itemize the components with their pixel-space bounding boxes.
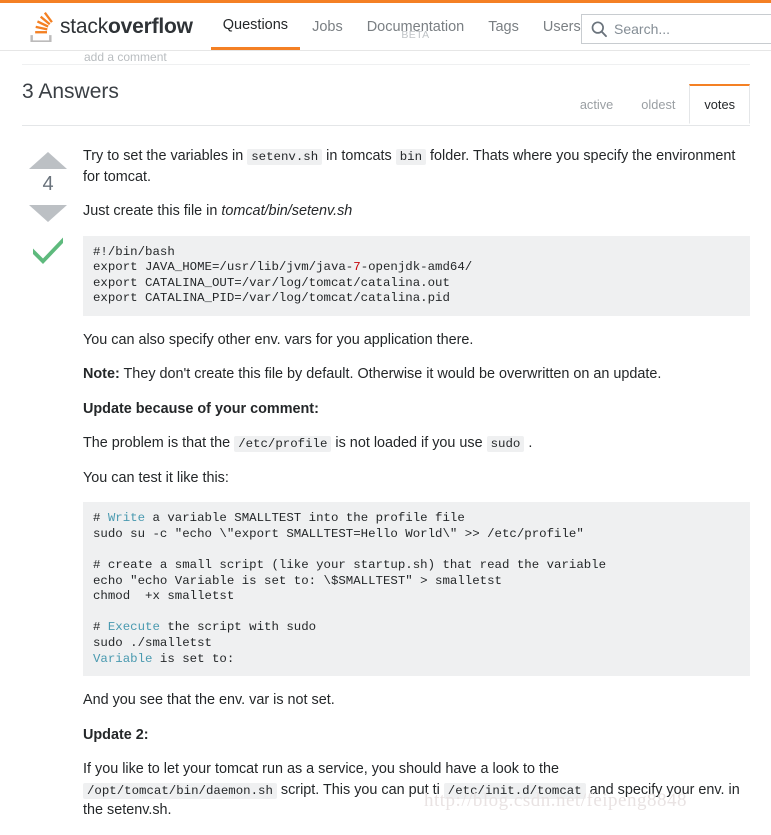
search-input[interactable] [614,21,771,37]
answer-sort-tabs: active oldest votes [566,84,750,124]
stackoverflow-logo-icon [28,11,54,43]
code-c2-l8-hash: # [93,620,108,635]
beta-badge: BETA [401,29,430,41]
code-c2-l8-rest: the script with sudo [159,620,317,635]
vote-count: 4 [42,173,54,195]
arrow-down-icon[interactable] [29,205,67,222]
site-logo[interactable]: stackoverflow [28,3,193,50]
nav-item-questions[interactable]: Questions [210,3,301,50]
inline-code-daemon-sh: /opt/tomcat/bin/daemon.sh [83,782,277,799]
code-block-test: # Write a variable SMALLTEST into the pr… [83,502,750,677]
inline-code-init-d-tomcat: /etc/init.d/tomcat [443,782,586,799]
logo-text-overflow: overflow [108,15,193,38]
tab-votes-label: votes [704,97,735,112]
paragraph-env-not-set: And you see that the env. var is not set… [83,692,335,709]
em-path-setenv: tomcat/bin/setenv.sh [221,203,353,220]
code-c2-l4: # create a small script (like your start… [93,558,607,573]
nav-item-tags[interactable]: Tags [476,3,531,50]
text-p2-a: Just create this file in [83,203,222,220]
tab-active-label: active [579,96,614,112]
code-c2-l8-kw: Execute [107,620,160,635]
text-p6-a: The problem is that the [83,435,235,452]
paragraph-daemon: If you like to let your tomcat run as a … [83,759,750,821]
inline-code-sudo: sudo [486,436,525,453]
heading-update-2: Update 2: [83,725,750,745]
code-c2-l6: chmod +x smalletst [93,589,235,604]
text-p10-a: If you like to let your tomcat run as a … [83,761,559,778]
nav-label-questions: Questions [222,17,289,33]
inline-code-bin: bin [395,149,427,165]
code-c2-l9: sudo ./smalletst [93,636,212,651]
tab-oldest-label: oldest [641,96,676,112]
logo-text-stack: stack [60,15,109,38]
nav-label-jobs: Jobs [312,18,343,35]
answers-divider [22,125,750,126]
answers-count-title: 3 Answers [22,80,119,103]
heading-update-2-label: Update 2: [83,726,149,743]
code-c2-l1-kw: Write [107,511,146,526]
answers-header: 3 Answers active oldest votes [22,78,750,124]
code-block-setenv: #!/bin/bash export JAVA_HOME=/usr/lib/jv… [83,235,750,316]
tab-oldest[interactable]: oldest [627,84,689,124]
nav-item-jobs[interactable]: Jobs [300,3,355,50]
note-text: They don't create this file by default. … [119,366,662,383]
paragraph-setenv: Try to set the variables in setenv.sh in… [83,146,750,187]
code-block-setenv-content: #!/bin/bash export JAVA_HOME=/usr/lib/jv… [93,244,473,306]
text-p6-c: . [524,435,533,452]
paragraph-note: Note: They don't create this file by def… [83,364,750,384]
search-box[interactable] [581,14,771,44]
code-c2-l10-kw: Variable [93,651,153,666]
checkmark-icon [30,234,66,264]
nav-item-documentation[interactable]: Documentation BETA [355,3,477,50]
note-label: Note: [83,366,120,383]
text-p1-a: Try to set the variables in [83,148,248,164]
code-c2-l10-rest: is set to: [152,651,235,666]
logo-wordmark: stackoverflow [60,16,193,37]
paragraph-etc-profile: The problem is that the /etc/profile is … [83,433,750,454]
paragraph-test-like-this: You can test it like this: [83,469,229,486]
inline-code-setenv-sh: setenv.sh [247,149,323,165]
text-p1-b: in tomcats [322,148,396,164]
answer-body: Try to set the variables in setenv.sh in… [83,146,750,835]
nav-label-tags: Tags [488,18,519,35]
arrow-up-icon[interactable] [29,152,67,169]
add-a-comment-link[interactable]: add a comment [84,50,167,64]
search-icon [590,20,608,38]
primary-nav: Questions Jobs Documentation BETA Tags U… [210,3,593,50]
inline-code-etc-profile: /etc/profile [234,436,332,453]
tab-votes[interactable]: votes [689,84,750,124]
tab-active[interactable]: active [566,84,627,124]
heading-update-comment: Update because of your comment: [83,399,750,419]
code-c2-l1-hash: # [93,511,108,526]
paragraph-just-create: Just create this file in tomcat/bin/sete… [83,201,750,221]
code-c2-l1-rest: a variable SMALLTEST into the profile fi… [145,511,465,526]
nav-label-users: Users [542,18,581,35]
comment-divider [22,64,750,65]
text-p6-b: is not loaded if you use [331,435,487,452]
vote-cell: 4 [22,152,74,264]
heading-update-comment-label: Update because of your comment: [83,400,319,417]
text-p10-b: script. This you can put ti [276,781,444,798]
code-c2-l2: sudo su -c "echo \"export SMALLTEST=Hell… [93,526,584,541]
paragraph-other-env-vars: You can also specify other env. vars for… [83,331,474,348]
site-header: stackoverflow Questions Jobs Documentati… [0,0,771,50]
code-c2-l5: echo "echo Variable is set to: \$SMALLTE… [93,573,502,588]
